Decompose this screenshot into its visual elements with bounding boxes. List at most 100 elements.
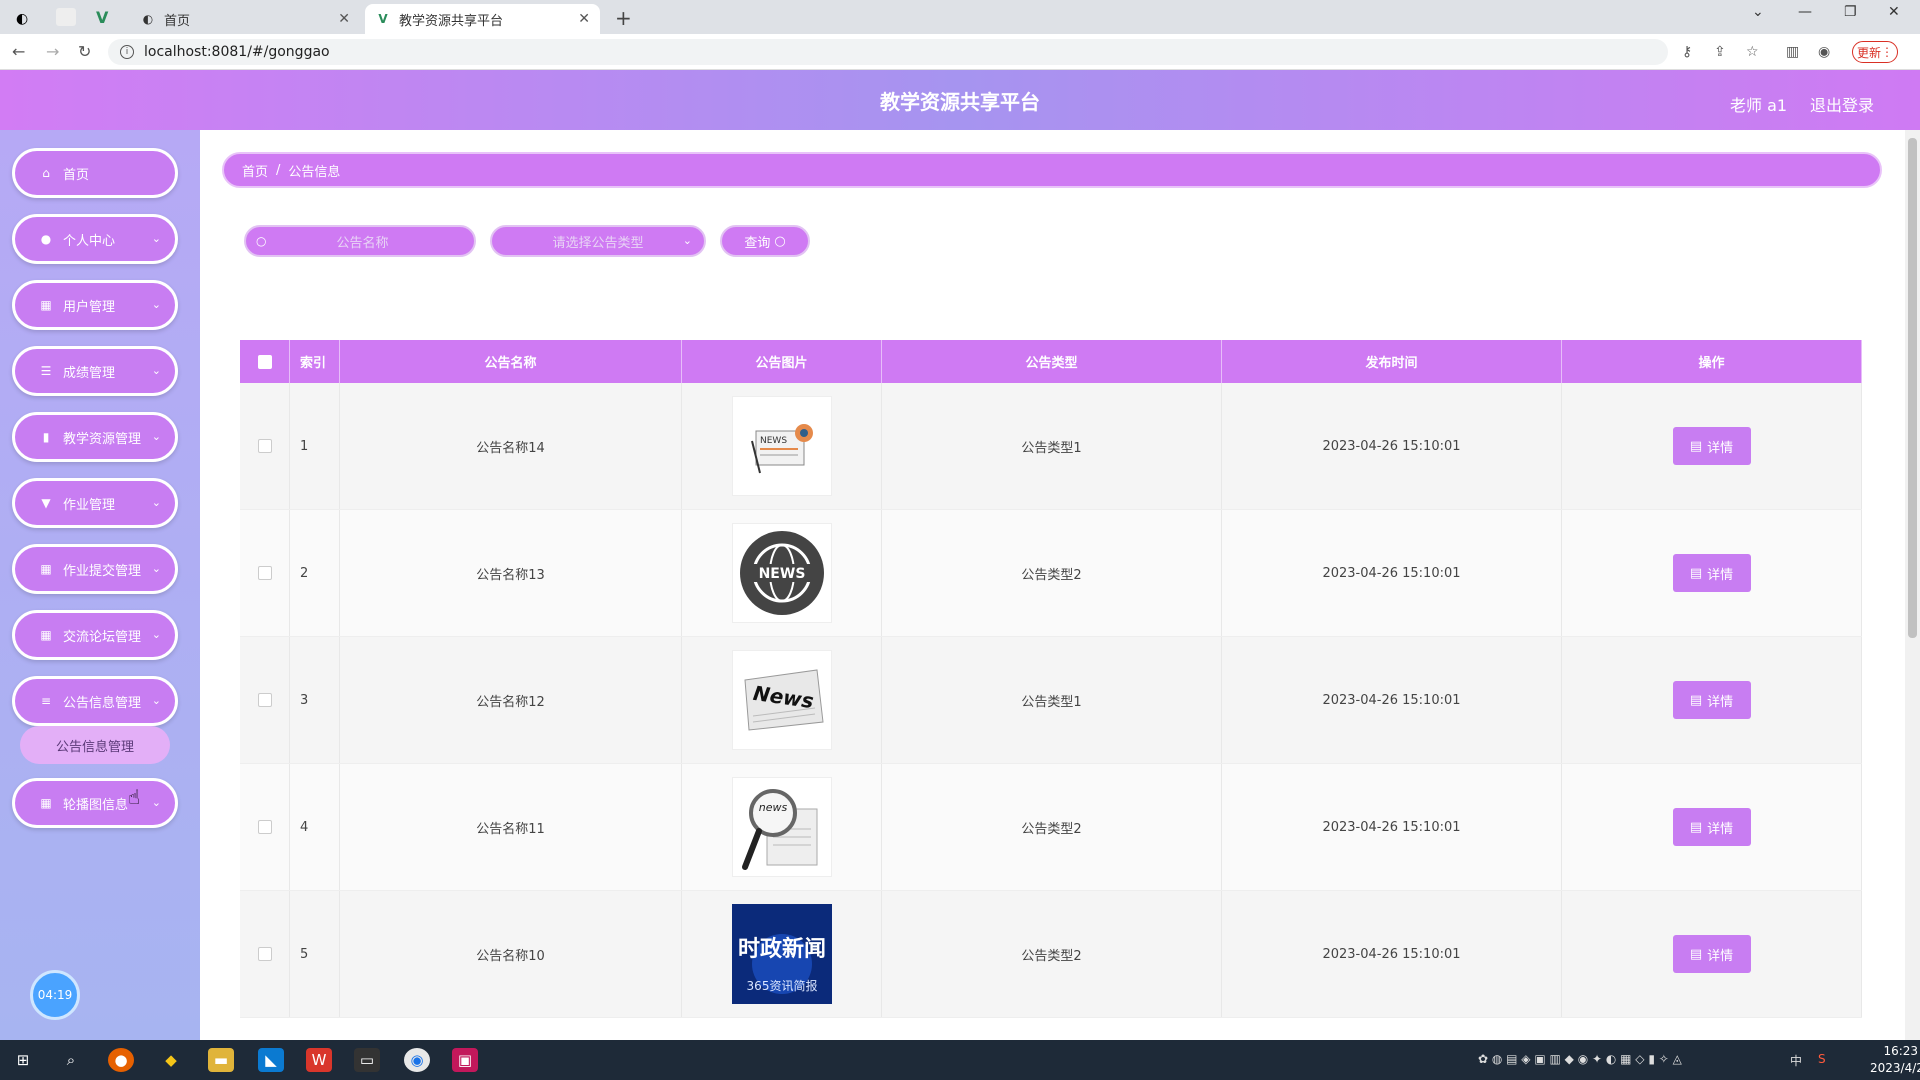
sidebar-item-resources[interactable]: ▮ 教学资源管理 ⌄ xyxy=(12,412,178,462)
table-body: 1 公告名称14 NEWS 公告类型1 2023-04-26 15:10:01 … xyxy=(240,383,1862,1018)
page-scrollbar[interactable] xyxy=(1905,130,1920,1040)
row-select-cell xyxy=(240,383,290,509)
file-explorer-icon[interactable]: ▬ xyxy=(208,1048,234,1072)
chevron-down-icon: ⌄ xyxy=(151,796,161,809)
row-checkbox[interactable] xyxy=(257,947,272,961)
row-type: 公告类型2 xyxy=(882,891,1222,1017)
document-icon: ▤ xyxy=(1689,692,1703,708)
chevron-down-icon: ⌄ xyxy=(151,496,161,509)
sogou-icon[interactable]: S xyxy=(1818,1052,1826,1066)
pinned-tab-blank-icon[interactable] xyxy=(56,8,76,26)
row-type: 公告类型2 xyxy=(882,764,1222,890)
row-index: 2 xyxy=(290,510,340,636)
profile-icon[interactable]: ◉ xyxy=(1818,44,1830,60)
pinned-tab-icon[interactable]: ◐ xyxy=(16,8,36,27)
share-icon[interactable]: ⇪ xyxy=(1714,44,1726,60)
sidebar-item-carousel[interactable]: ▦ 轮播图信息 ⌄ xyxy=(12,778,178,828)
detail-button[interactable]: ▤ 详情 xyxy=(1672,427,1751,465)
terminal-icon[interactable]: ▭ xyxy=(354,1048,380,1072)
chevron-down-icon: ⌄ xyxy=(151,694,161,707)
row-image-cell: News xyxy=(682,637,882,763)
tab-home[interactable]: ◐ 首页 ✕ xyxy=(130,4,360,34)
app-icon[interactable]: ◆ xyxy=(158,1048,184,1072)
sidebar-subitem-announcements[interactable]: 公告信息管理 xyxy=(20,726,170,764)
name-placeholder: 公告名称 xyxy=(336,235,389,251)
row-type: 公告类型1 xyxy=(882,383,1222,509)
row-index: 4 xyxy=(290,764,340,890)
reload-icon[interactable]: ↻ xyxy=(78,42,91,61)
table-row: 5 公告名称10 时政新闻 365资讯简报 公告类型2 2023-04-26 1… xyxy=(240,891,1862,1018)
sidebar-item-users[interactable]: ▦ 用户管理 ⌄ xyxy=(12,280,178,330)
sidebar-item-submissions[interactable]: ▦ 作业提交管理 ⌄ xyxy=(12,544,178,594)
chevron-down-icon: ⌄ xyxy=(151,298,161,311)
detail-button[interactable]: ▤ 详情 xyxy=(1672,681,1751,719)
app-title: 教学资源共享平台 xyxy=(880,89,1040,114)
sidebar-item-forum[interactable]: ▦ 交流论坛管理 ⌄ xyxy=(12,610,178,660)
row-checkbox[interactable] xyxy=(257,439,272,453)
wps-icon[interactable]: W xyxy=(306,1048,332,1072)
windows-start-icon[interactable]: ⊞ xyxy=(10,1048,36,1072)
grid-icon: ▦ xyxy=(40,796,52,810)
row-time: 2023-04-26 15:10:01 xyxy=(1222,764,1562,890)
tab-platform[interactable]: V 教学资源共享平台 ✕ xyxy=(365,4,600,34)
main-content: 首页 / 公告信息 ○ 公告名称 请选择公告类型 ⌄ 查询 ○ 索引 公告名称 … xyxy=(200,130,1905,1040)
close-window-button[interactable]: ✕ xyxy=(1888,4,1900,20)
tray-icons[interactable]: ✿ ◍ ▤ ◈ ▣ ▥ ◆ ◉ ✦ ◐ ▦ ◇ ▮ ✧ ◬ xyxy=(1478,1052,1682,1066)
sidepanel-icon[interactable]: ▥ xyxy=(1786,44,1799,60)
taskbar-clock[interactable]: 16:23 2023/4/26 xyxy=(1870,1043,1920,1077)
app-header: 教学资源共享平台 老师 a1 退出登录 xyxy=(0,70,1920,130)
site-info-icon[interactable]: i xyxy=(120,45,134,59)
key-icon[interactable]: ⚷ xyxy=(1682,44,1692,60)
detail-button[interactable]: ▤ 详情 xyxy=(1672,935,1751,973)
chrome-icon[interactable]: ◉ xyxy=(404,1048,430,1072)
breadcrumb: 首页 / 公告信息 xyxy=(222,152,1882,188)
close-tab-icon[interactable]: ✕ xyxy=(578,11,590,27)
scrollbar-thumb[interactable] xyxy=(1908,138,1917,638)
back-icon[interactable]: ← xyxy=(12,42,25,61)
url-input[interactable]: i localhost:8081/#/gonggao xyxy=(108,39,1668,65)
new-tab-button[interactable]: + xyxy=(615,6,632,30)
vue-tab-icon[interactable]: V xyxy=(96,8,116,27)
update-button[interactable]: 更新 ⋮ xyxy=(1852,41,1898,63)
row-checkbox[interactable] xyxy=(257,693,272,707)
magnifier-news-icon: news xyxy=(741,789,817,870)
type-placeholder: 请选择公告类型 xyxy=(552,235,644,251)
forward-icon[interactable]: → xyxy=(46,42,59,61)
document-icon: ▤ xyxy=(1689,819,1703,835)
tab-search-icon[interactable]: ⌄ xyxy=(1752,4,1764,20)
search-icon[interactable]: ⌕ xyxy=(58,1048,84,1072)
query-button[interactable]: 查询 ○ xyxy=(720,225,810,257)
sidebar-item-homework[interactable]: ▼ 作业管理 ⌄ xyxy=(12,478,178,528)
breadcrumb-home[interactable]: 首页 xyxy=(242,161,268,180)
select-all-cell xyxy=(240,340,290,383)
vscode-icon[interactable]: ◣ xyxy=(258,1048,284,1072)
detail-button[interactable]: ▤ 详情 xyxy=(1672,808,1751,846)
detail-button[interactable]: ▤ 详情 xyxy=(1672,554,1751,592)
vue-icon: V xyxy=(378,12,388,26)
ime-indicator[interactable]: 中 xyxy=(1790,1052,1802,1069)
row-select-cell xyxy=(240,764,290,890)
select-all-checkbox[interactable] xyxy=(257,354,272,369)
row-checkbox[interactable] xyxy=(257,566,272,580)
announcement-name-input[interactable]: ○ 公告名称 xyxy=(244,225,476,257)
minimize-button[interactable]: — xyxy=(1798,4,1812,20)
intellij-icon[interactable]: ▣ xyxy=(452,1048,478,1072)
sidebar-item-grades[interactable]: ☰ 成绩管理 ⌄ xyxy=(12,346,178,396)
grid-icon: ▦ xyxy=(40,628,52,642)
firefox-icon[interactable]: ● xyxy=(108,1048,134,1072)
close-tab-icon[interactable]: ✕ xyxy=(338,11,350,27)
chevron-down-icon: ⌄ xyxy=(682,234,692,247)
row-index: 3 xyxy=(290,637,340,763)
news-globe-icon: NEWS xyxy=(739,531,824,615)
sidebar-item-personal[interactable]: ● 个人中心 ⌄ xyxy=(12,214,178,264)
chevron-down-icon: ⌄ xyxy=(151,430,161,443)
logout-link[interactable]: 退出登录 xyxy=(1810,92,1874,116)
restore-button[interactable]: ❐ xyxy=(1844,4,1857,20)
sidebar-item-announcements[interactable]: ≡ 公告信息管理 ⌄ xyxy=(12,676,178,726)
announcement-type-select[interactable]: 请选择公告类型 ⌄ xyxy=(490,225,706,257)
timer-badge[interactable]: 04:19 xyxy=(30,970,80,1020)
star-icon[interactable]: ☆ xyxy=(1746,44,1759,60)
sidebar-item-home[interactable]: ⌂ 首页 xyxy=(12,148,178,198)
table-row: 3 公告名称12 News 公告类型1 2023-04-26 15:10:01 xyxy=(240,637,1862,764)
row-checkbox[interactable] xyxy=(257,820,272,834)
